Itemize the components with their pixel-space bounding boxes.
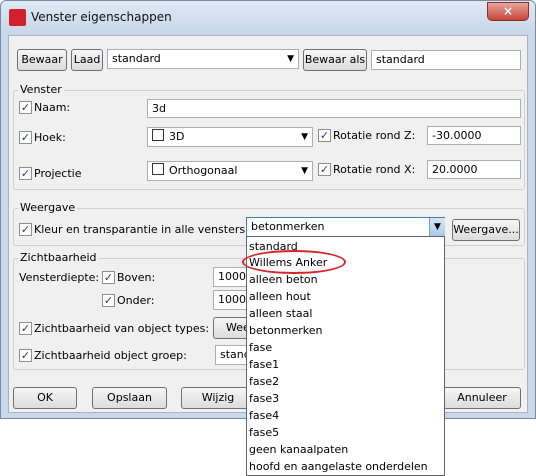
list-item[interactable]: fase2 [249,374,441,390]
chevron-down-icon: ▼ [287,54,294,64]
window-title: Venster eigenschappen [31,10,172,24]
color-checkbox[interactable]: ✓ [19,223,32,236]
weergave-group-title: Weergave [18,201,78,214]
preset-value: standard [112,52,161,65]
angle-select[interactable]: 3D ▼ [147,127,313,147]
list-item[interactable]: alleen beton [249,272,441,288]
list-item[interactable]: hoofd en aangelaste onderdelen [249,459,441,475]
top-label: Boven: [117,271,156,284]
title-bar: Venster eigenschappen × [1,1,535,35]
highlight-ellipse [242,250,346,274]
rotx-label: Rotatie rond X: [333,163,416,176]
color-label: Kleur en transparantie in alle vensters: [34,223,249,236]
preset-select[interactable]: standard ▼ [107,49,299,69]
projection-label: Projectie [34,167,82,180]
close-button[interactable]: × [487,2,529,21]
top-checkbox[interactable]: ✓ [102,271,115,284]
color-select[interactable]: betonmerken [246,217,445,237]
color-value: betonmerken [251,220,325,233]
list-item[interactable]: alleen hout [249,289,441,305]
cube-icon [152,163,164,175]
projection-value: Orthogonaal [169,164,238,177]
chevron-down-icon: ▼ [301,132,308,142]
rotz-field[interactable]: -30.0000 [427,126,521,145]
zichtbaarheid-group-title: Zichtbaarheid [18,251,99,264]
list-item[interactable]: fase1 [249,357,441,373]
list-item[interactable]: alleen staal [249,306,441,322]
types-checkbox[interactable]: ✓ [19,322,32,335]
list-item[interactable]: fase5 [249,425,441,441]
depth-label: Vensterdiepte: [19,271,100,284]
angle-checkbox[interactable]: ✓ [19,131,32,144]
group-label: Zichtbaarheid object groep: [34,349,187,362]
app-icon [9,9,26,26]
rotx-checkbox[interactable]: ✓ [318,163,331,176]
chevron-down-icon: ▼ [301,166,308,176]
close-icon: × [502,4,514,18]
types-label: Zichtbaarheid van object types: [34,322,210,335]
name-checkbox[interactable]: ✓ [19,101,32,114]
angle-value: 3D [169,130,185,143]
group-checkbox[interactable]: ✓ [19,349,32,362]
ok-button[interactable]: OK [13,387,77,409]
projection-select[interactable]: Orthogonaal ▼ [147,161,313,181]
rotz-label: Rotatie rond Z: [333,129,416,142]
angle-label: Hoek: [34,131,66,144]
list-item[interactable]: fase3 [249,391,441,407]
weergave-button[interactable]: Weergave... [452,219,520,241]
list-item[interactable]: fase [249,340,441,356]
list-item[interactable]: geen kanaalpaten [249,442,441,458]
rotx-field[interactable]: 20.0000 [427,160,521,179]
save-button[interactable]: Bewaar [17,49,67,71]
modify-button[interactable]: Wijzig [181,387,255,409]
projection-checkbox[interactable]: ✓ [19,167,32,180]
save-as-field[interactable]: standard [371,50,521,70]
name-label: Naam: [34,101,71,114]
venster-group-title: Venster [18,83,64,96]
bottom-label: Onder: [117,294,155,307]
rotz-checkbox[interactable]: ✓ [318,129,331,142]
cancel-button[interactable]: Annuleer [443,387,521,409]
cube-icon [152,129,164,141]
list-item[interactable]: betonmerken [249,323,441,339]
bottom-checkbox[interactable]: ✓ [102,294,115,307]
save-button-footer[interactable]: Opslaan [92,387,167,409]
load-button[interactable]: Laad [71,49,103,71]
name-field[interactable]: 3d [147,99,521,118]
save-as-button[interactable]: Bewaar als [303,49,367,71]
chevron-down-icon[interactable]: ▼ [429,218,445,236]
list-item[interactable]: fase4 [249,408,441,424]
